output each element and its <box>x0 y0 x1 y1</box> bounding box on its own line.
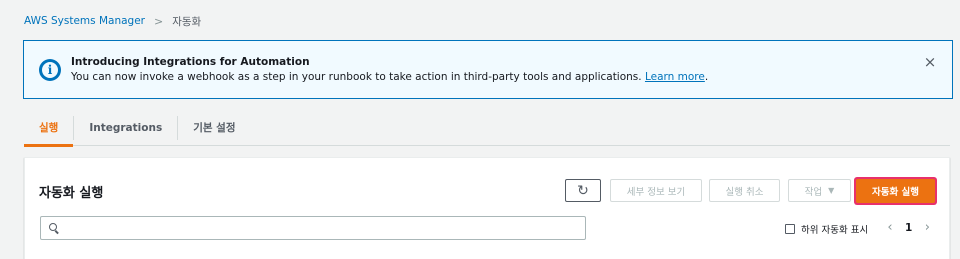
breadcrumb-separator-icon: > <box>153 14 164 28</box>
flash-message-period: . <box>704 71 709 83</box>
view-details-button[interactable]: 세부 정보 보기 <box>610 179 702 202</box>
primary-button-highlight: 자동화 실행 <box>854 177 937 205</box>
flash-message: You can now invoke a webhook as a step i… <box>71 71 708 83</box>
search-icon <box>49 222 60 234</box>
breadcrumb: AWS Systems Manager > 자동화 <box>24 12 201 30</box>
close-icon[interactable]: × <box>922 54 938 70</box>
learn-more-link[interactable]: Learn more <box>645 71 705 83</box>
execute-automation-button[interactable]: 자동화 실행 <box>856 179 935 203</box>
current-page-number[interactable]: 1 <box>905 222 912 234</box>
flash-title: Introducing Integrations for Automation <box>71 56 310 68</box>
child-automations-checkbox[interactable] <box>785 224 795 234</box>
search-field[interactable] <box>40 216 586 240</box>
breadcrumb-root-link[interactable]: AWS Systems Manager <box>24 15 145 27</box>
info-flash-banner: i Introducing Integrations for Automatio… <box>23 40 953 99</box>
chevron-left-icon[interactable]: ‹ <box>883 220 897 235</box>
child-automations-label: 하위 자동화 표시 <box>801 225 869 236</box>
caret-down-icon: ▼ <box>828 186 835 195</box>
show-child-automations[interactable]: 하위 자동화 표시 <box>785 222 868 236</box>
cancel-execution-button[interactable]: 실행 취소 <box>709 179 780 202</box>
tab-integrations[interactable]: Integrations <box>74 116 177 140</box>
actions-dropdown-button[interactable]: 작업 ▼ <box>788 179 851 202</box>
tab-executions[interactable]: 실행 <box>24 116 74 147</box>
chevron-right-icon[interactable]: › <box>920 220 934 235</box>
breadcrumb-current: 자동화 <box>172 15 202 28</box>
flash-message-text: You can now invoke a webhook as a step i… <box>71 71 642 83</box>
actions-label: 작업 <box>804 186 823 198</box>
automation-executions-panel: 자동화 실행 ↻ 세부 정보 보기 실행 취소 작업 ▼ 자동화 실행 하위 자… <box>24 157 950 259</box>
info-icon: i <box>39 59 61 81</box>
search-input[interactable] <box>66 222 585 234</box>
pagination: ‹ 1 › <box>883 220 934 235</box>
tab-preferences[interactable]: 기본 설정 <box>178 116 250 140</box>
panel-title: 자동화 실행 <box>39 186 104 201</box>
refresh-button[interactable]: ↻ <box>565 179 601 202</box>
tab-bar: 실행 Integrations 기본 설정 <box>24 110 950 147</box>
refresh-icon: ↻ <box>577 182 589 199</box>
